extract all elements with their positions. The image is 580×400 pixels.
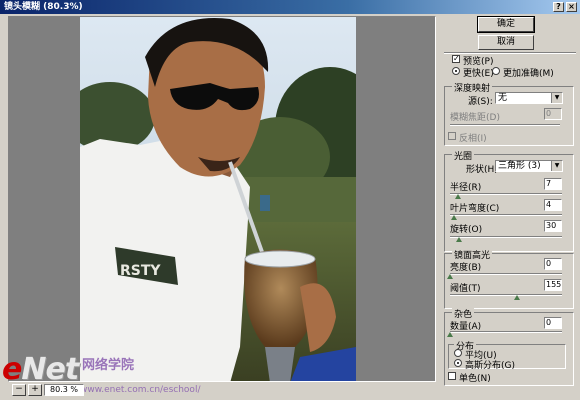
source-select[interactable]: 无 ▼ xyxy=(495,92,563,104)
brightness-slider-thumb[interactable] xyxy=(447,274,453,279)
watermark-logo: eNet xyxy=(2,352,79,387)
shape-value: 三角形 (3) xyxy=(498,161,541,171)
shape-select[interactable]: 三角形 (3) ▼ xyxy=(495,160,563,172)
cancel-button[interactable]: 取消 xyxy=(478,35,534,50)
blur-focal-slider[interactable] xyxy=(450,124,560,126)
chevron-down-icon: ▼ xyxy=(551,93,562,103)
preview-checkbox[interactable]: ✓ xyxy=(452,55,460,63)
monochromatic-checkbox[interactable] xyxy=(448,372,456,380)
ok-button[interactable]: 确定 xyxy=(477,16,535,33)
blade-curvature-field[interactable]: 4 xyxy=(544,199,562,211)
threshold-field[interactable]: 155 xyxy=(544,279,562,291)
brightness-slider-track[interactable] xyxy=(450,273,562,275)
gaussian-radio[interactable] xyxy=(454,359,462,367)
monochromatic-label: 单色(N) xyxy=(459,374,491,384)
blur-focal-label: 模糊焦距(D) xyxy=(450,113,500,123)
zoom-in-button[interactable]: + xyxy=(28,384,42,396)
blade-curvature-slider-track[interactable] xyxy=(450,214,562,216)
title-bar: 镜头模糊 (80.3%) ? × xyxy=(0,0,580,14)
iris-title: 光圈 xyxy=(452,149,475,162)
close-button[interactable]: × xyxy=(566,2,577,12)
threshold-slider-thumb[interactable] xyxy=(514,295,521,300)
uniform-radio[interactable] xyxy=(454,349,462,357)
settings-panel: 确定 取消 ✓ 预览(P) 更快(E) 更加准确(M) 深度映射 源(S): 无… xyxy=(440,14,580,400)
window-title: 镜头模糊 (80.3%) xyxy=(4,2,83,12)
blade-curvature-label: 叶片弯度(C) xyxy=(450,204,500,214)
zoom-value: 80.3 % xyxy=(44,384,84,396)
rotation-field[interactable]: 30 xyxy=(544,220,562,232)
threshold-slider-track[interactable] xyxy=(450,294,562,296)
radius-field[interactable]: 7 xyxy=(544,178,562,190)
svg-text:RSTY: RSTY xyxy=(120,263,161,279)
preview-area[interactable]: RSTY xyxy=(8,16,436,382)
chevron-down-icon: ▼ xyxy=(551,161,562,171)
source-label: 源(S): xyxy=(468,97,493,107)
blade-curvature-slider-thumb[interactable] xyxy=(451,215,458,220)
radius-slider-track[interactable] xyxy=(450,193,562,195)
brightness-field[interactable]: 0 xyxy=(544,258,562,270)
blur-focal-field[interactable]: 0 xyxy=(544,108,562,120)
invert-label: 反相(I) xyxy=(459,134,487,144)
more-accurate-radio[interactable] xyxy=(492,67,500,75)
preview-photo: RSTY xyxy=(80,17,356,381)
photo-image: RSTY xyxy=(80,17,356,381)
brightness-label: 亮度(B) xyxy=(450,263,482,273)
radius-label: 半径(R) xyxy=(450,183,482,193)
source-value: 无 xyxy=(498,93,508,103)
zoom-out-button[interactable]: − xyxy=(12,384,26,396)
faster-radio[interactable] xyxy=(452,67,460,75)
threshold-label: 阈值(T) xyxy=(450,284,481,294)
invert-checkbox[interactable] xyxy=(448,132,456,140)
amount-field[interactable]: 0 xyxy=(544,317,562,329)
radius-slider-thumb[interactable] xyxy=(454,194,461,199)
watermark-text: 网络学院 xyxy=(82,358,135,373)
gaussian-label: 高斯分布(G) xyxy=(465,361,515,371)
rotation-slider-track[interactable] xyxy=(450,236,562,238)
amount-slider-thumb[interactable] xyxy=(447,332,453,337)
depth-map-title: 深度映射 xyxy=(452,81,493,94)
rotation-label: 旋转(O) xyxy=(450,225,483,235)
amount-slider-track[interactable] xyxy=(450,331,562,333)
faster-label: 更快(E) xyxy=(463,69,494,79)
help-button[interactable]: ? xyxy=(553,2,564,12)
rotation-slider-thumb[interactable] xyxy=(455,237,462,242)
zoom-bar: − + 80.3 % xyxy=(8,383,436,397)
more-accurate-label: 更加准确(M) xyxy=(503,69,554,79)
